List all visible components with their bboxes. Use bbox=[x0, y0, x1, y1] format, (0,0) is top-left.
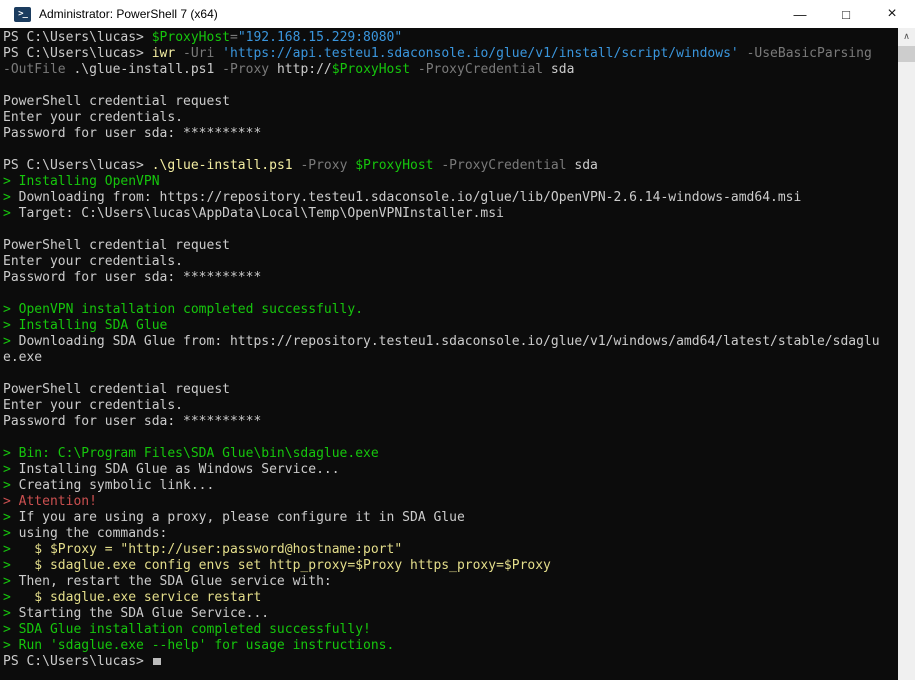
terminal-line: > Downloading SDA Glue from: https://rep… bbox=[3, 334, 880, 349]
terminal-line: > Run 'sdaglue.exe --help' for usage ins… bbox=[3, 638, 395, 653]
terminal-line: e.exe bbox=[3, 350, 43, 365]
window-controls: — □ × bbox=[777, 0, 915, 28]
terminal-line: PowerShell credential request bbox=[3, 238, 230, 253]
terminal-line: PowerShell credential request bbox=[3, 382, 230, 397]
scrollbar[interactable]: ∧ bbox=[898, 28, 915, 680]
terminal-line: PS C:\Users\lucas> bbox=[3, 654, 898, 670]
terminal-line: Password for user sda: ********** bbox=[3, 270, 262, 285]
terminal-line: Enter your credentials. bbox=[3, 398, 184, 413]
title-bar: >_ Administrator: PowerShell 7 (x64) — □… bbox=[0, 0, 915, 28]
powershell-window: >_ Administrator: PowerShell 7 (x64) — □… bbox=[0, 0, 915, 680]
terminal-line: > Installing SDA Glue bbox=[3, 318, 168, 333]
terminal-line: > Attention! bbox=[3, 494, 97, 509]
terminal-line: PS C:\Users\lucas> $ProxyHost="192.168.1… bbox=[3, 30, 403, 45]
terminal-line: > Downloading from: https://repository.t… bbox=[3, 190, 802, 205]
terminal-line: > Creating symbolic link... bbox=[3, 478, 215, 493]
terminal-line: PS C:\Users\lucas> iwr -Uri 'https://api… bbox=[3, 46, 872, 61]
window-title: Administrator: PowerShell 7 (x64) bbox=[39, 7, 218, 21]
terminal-line: Password for user sda: ********** bbox=[3, 414, 262, 429]
terminal-line: Enter your credentials. bbox=[3, 110, 184, 125]
terminal-line: -OutFile .\glue-install.ps1 -Proxy http:… bbox=[3, 62, 575, 77]
terminal-line: Enter your credentials. bbox=[3, 254, 184, 269]
terminal-line: > Starting the SDA Glue Service... bbox=[3, 606, 270, 621]
terminal-line: > Target: C:\Users\lucas\AppData\Local\T… bbox=[3, 206, 504, 221]
terminal-output[interactable]: PS C:\Users\lucas> $ProxyHost="192.168.1… bbox=[0, 28, 898, 680]
terminal-line: > Installing OpenVPN bbox=[3, 174, 160, 189]
terminal-line: > Bin: C:\Program Files\SDA Glue\bin\sda… bbox=[3, 446, 379, 461]
terminal-line: > $ sdaglue.exe config envs set http_pro… bbox=[3, 558, 551, 573]
terminal-line: > $ $Proxy = "http://user:password@hostn… bbox=[3, 542, 403, 557]
terminal-line: > Then, restart the SDA Glue service wit… bbox=[3, 574, 332, 589]
terminal-line: > using the commands: bbox=[3, 526, 168, 541]
terminal-line: > OpenVPN installation completed success… bbox=[3, 302, 364, 317]
console-area: PS C:\Users\lucas> $ProxyHost="192.168.1… bbox=[0, 28, 915, 680]
scrollbar-thumb[interactable] bbox=[898, 46, 915, 62]
close-button[interactable]: × bbox=[869, 0, 915, 28]
terminal-line: Password for user sda: ********** bbox=[3, 126, 262, 141]
scroll-up-icon[interactable]: ∧ bbox=[898, 28, 915, 45]
terminal-line: PowerShell credential request bbox=[3, 94, 230, 109]
maximize-button[interactable]: □ bbox=[823, 0, 869, 28]
terminal-line: > Installing SDA Glue as Windows Service… bbox=[3, 462, 340, 477]
terminal-line: > $ sdaglue.exe service restart bbox=[3, 590, 262, 605]
terminal-line: > If you are using a proxy, please confi… bbox=[3, 510, 465, 525]
terminal-line: > SDA Glue installation completed succes… bbox=[3, 622, 371, 637]
minimize-button[interactable]: — bbox=[777, 0, 823, 28]
text-cursor bbox=[152, 658, 161, 665]
terminal-line: PS C:\Users\lucas> .\glue-install.ps1 -P… bbox=[3, 158, 598, 173]
powershell-icon: >_ bbox=[14, 6, 31, 22]
